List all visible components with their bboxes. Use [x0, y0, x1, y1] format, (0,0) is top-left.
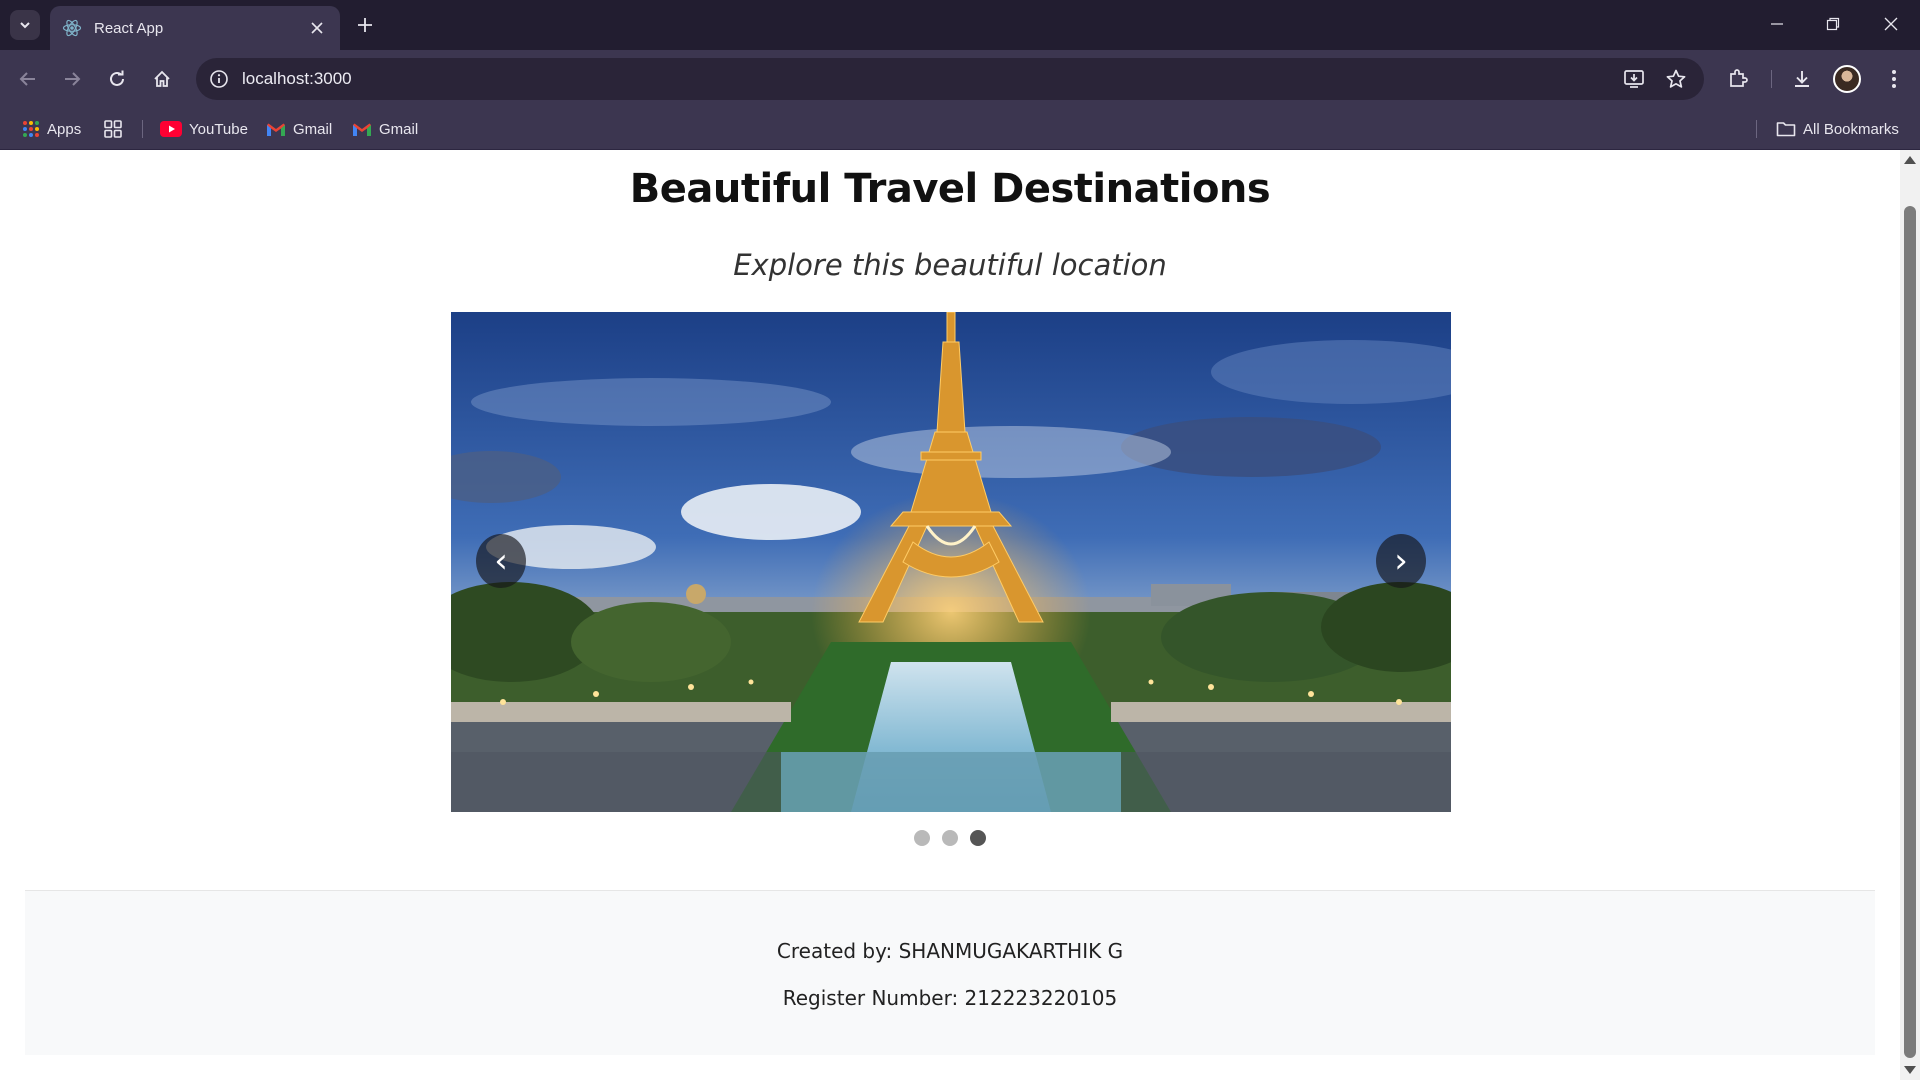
browser-toolbar: localhost:3000: [0, 50, 1920, 108]
bookmark-label: YouTube: [189, 120, 248, 138]
new-tab-button[interactable]: [352, 12, 378, 38]
minimize-button[interactable]: [1760, 10, 1794, 38]
tab-bar: React App: [0, 0, 1920, 50]
carousel-next-button[interactable]: ›: [1376, 534, 1426, 588]
page-footer: Created by: SHANMUGAKARTHIK G Register N…: [25, 890, 1875, 1055]
arrow-left-icon: [19, 72, 35, 86]
react-logo-icon: [62, 18, 82, 38]
chevron-down-icon: [20, 22, 30, 29]
tab-groups-icon: [103, 119, 123, 139]
extensions-button[interactable]: [1722, 63, 1754, 95]
all-bookmarks-button[interactable]: All Bookmarks: [1776, 116, 1899, 142]
carousel-dot-1[interactable]: [914, 830, 930, 846]
profile-avatar[interactable]: [1833, 65, 1861, 93]
bookmarks-divider: [1756, 120, 1757, 138]
home-icon: [154, 70, 170, 87]
image-carousel[interactable]: ‹ ›: [451, 312, 1451, 812]
tab-title: React App: [94, 19, 164, 37]
page-subtitle: Explore this beautiful location: [733, 248, 1167, 282]
gmail-icon: [266, 122, 286, 137]
more-vertical-icon: [1892, 70, 1896, 88]
gmail-icon: [352, 122, 372, 137]
restore-button[interactable]: [1816, 10, 1850, 38]
toolbar-divider: [1771, 70, 1772, 88]
close-window-button[interactable]: [1874, 10, 1908, 38]
page-viewport: Beautiful Travel Destinations Explore th…: [0, 150, 1900, 1080]
downloads-button[interactable]: [1786, 63, 1818, 95]
address-bar[interactable]: localhost:3000: [196, 58, 1704, 100]
footer-register-number: Register Number: 212223220105: [782, 986, 1118, 1010]
install-app-icon[interactable]: [1622, 67, 1646, 91]
apps-grid-icon: [22, 120, 40, 138]
arrow-right-icon: [65, 72, 81, 86]
tab-react-app[interactable]: React App: [50, 6, 340, 50]
bookmark-apps[interactable]: Apps: [22, 116, 81, 142]
bookmark-star-icon[interactable]: [1664, 67, 1688, 91]
all-bookmarks-label: All Bookmarks: [1803, 120, 1899, 138]
eiffel-tower-photo: [451, 312, 1451, 812]
bookmark-label: Gmail: [293, 120, 333, 138]
bookmarks-bar: Apps YouTube Gmail Gmail All Bookmarks: [0, 108, 1920, 150]
page-scrollbar[interactable]: [1900, 150, 1920, 1080]
minimize-icon: [1771, 23, 1783, 25]
browser-menu-button[interactable]: [1878, 63, 1910, 95]
download-icon: [1795, 71, 1809, 87]
carousel-dot-2[interactable]: [942, 830, 958, 846]
bookmark-label: Gmail: [379, 120, 419, 138]
reload-icon: [110, 70, 124, 86]
url-text[interactable]: localhost:3000: [242, 69, 352, 89]
reload-button[interactable]: [101, 63, 133, 95]
carousel-prev-button[interactable]: ‹: [476, 534, 526, 588]
home-button[interactable]: [146, 63, 178, 95]
site-info-icon[interactable]: [208, 68, 230, 90]
puzzle-icon: [1730, 69, 1748, 87]
bookmark-gmail-1[interactable]: Gmail: [266, 116, 332, 142]
carousel-dot-3[interactable]: [970, 830, 986, 846]
folder-icon: [1776, 121, 1796, 137]
close-icon: [1884, 17, 1898, 31]
restore-icon: [1826, 17, 1840, 31]
close-tab-icon[interactable]: [306, 17, 328, 39]
bookmark-gmail-2[interactable]: Gmail: [352, 116, 418, 142]
bookmark-youtube[interactable]: YouTube: [160, 116, 248, 142]
scroll-thumb[interactable]: [1904, 206, 1916, 1058]
page-title: Beautiful Travel Destinations: [629, 166, 1271, 212]
bookmarks-divider: [142, 120, 143, 138]
back-button[interactable]: [12, 63, 44, 95]
bookmark-tab-groups[interactable]: [103, 116, 130, 142]
bookmark-label: Apps: [47, 120, 82, 138]
carousel-indicators: [0, 830, 1900, 846]
scroll-down-arrow-icon[interactable]: [1904, 1066, 1916, 1074]
footer-created-by: Created by: SHANMUGAKARTHIK G: [776, 939, 1124, 963]
scroll-up-arrow-icon[interactable]: [1904, 156, 1916, 164]
forward-button[interactable]: [56, 63, 88, 95]
plus-icon: [358, 18, 372, 32]
tab-search-button[interactable]: [10, 10, 40, 40]
youtube-icon: [160, 121, 182, 137]
